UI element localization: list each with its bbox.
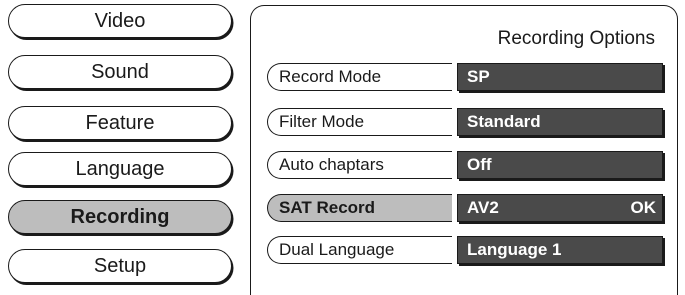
option-value-text: AV2 <box>467 198 499 217</box>
option-row-dual-language: Dual Language Language 1 <box>267 236 665 264</box>
menu-item-setup[interactable]: Setup <box>8 249 232 283</box>
option-label-dual-language[interactable]: Dual Language <box>267 236 452 264</box>
menu-item-label: Setup <box>93 254 147 277</box>
option-label-record-mode[interactable]: Record Mode <box>267 63 452 91</box>
option-label-text: Auto chaptars <box>279 155 384 174</box>
option-value-text: Standard <box>467 112 541 131</box>
option-label-text: SAT Record <box>279 198 376 217</box>
menu-item-feature[interactable]: Feature <box>8 106 232 140</box>
option-value-text: Language 1 <box>467 240 562 259</box>
option-confirm-text: OK <box>630 198 657 217</box>
option-value-sat-record[interactable]: AV2 OK <box>457 194 663 222</box>
menu-item-label: Language <box>75 157 165 180</box>
option-label-text: Filter Mode <box>279 112 365 131</box>
option-value-text: Off <box>467 155 492 174</box>
option-value-dual-language[interactable]: Language 1 <box>457 236 663 264</box>
panel-title: Recording Options <box>497 28 655 49</box>
option-value-text: SP <box>467 67 490 86</box>
option-row-filter-mode: Filter Mode Standard <box>267 108 665 136</box>
option-value-filter-mode[interactable]: Standard <box>457 108 663 136</box>
main-menu: Video Sound Feature Language Recording S… <box>0 0 240 289</box>
menu-item-label: Recording <box>70 205 170 228</box>
recording-options-panel: Recording Options Record Mode SP Filter … <box>250 5 678 295</box>
option-row-sat-record: SAT Record AV2 OK <box>267 194 665 222</box>
option-label-text: Dual Language <box>279 240 395 259</box>
option-value-record-mode[interactable]: SP <box>457 63 663 91</box>
menu-item-sound[interactable]: Sound <box>8 55 232 89</box>
menu-item-language[interactable]: Language <box>8 152 232 186</box>
menu-item-label: Video <box>94 9 146 32</box>
menu-item-recording[interactable]: Recording <box>8 200 232 234</box>
menu-item-video[interactable]: Video <box>8 4 232 38</box>
menu-item-label: Sound <box>91 60 149 83</box>
option-row-record-mode: Record Mode SP <box>267 63 665 91</box>
option-label-text: Record Mode <box>279 67 382 86</box>
option-label-sat-record[interactable]: SAT Record <box>267 194 452 222</box>
option-label-auto-chapters[interactable]: Auto chaptars <box>267 151 452 179</box>
menu-item-label: Feature <box>85 111 155 134</box>
option-row-auto-chapters: Auto chaptars Off <box>267 151 665 179</box>
option-label-filter-mode[interactable]: Filter Mode <box>267 108 452 136</box>
option-value-auto-chapters[interactable]: Off <box>457 151 663 179</box>
